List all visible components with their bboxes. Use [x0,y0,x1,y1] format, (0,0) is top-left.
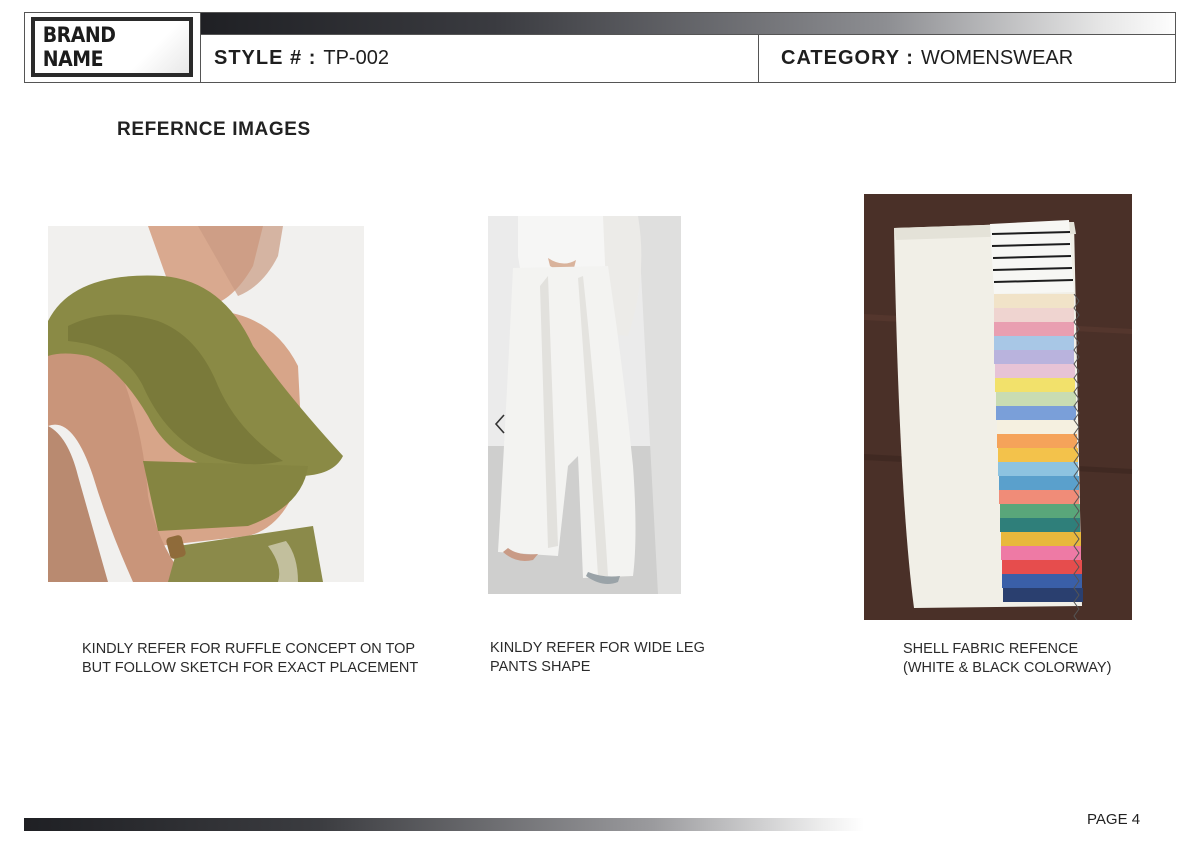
section-title: REFERNCE IMAGES [117,119,311,140]
brand-name: BRAND NAME [42,23,116,71]
category-label: CATEGORY : [781,47,914,69]
white-wide-leg-pants-photo [488,216,681,594]
caption-ruffle-top: KINDLY REFER FOR RUFFLE CONCEPT ON TOP B… [82,640,418,678]
style-number-cell: STYLE # : TP-002 [201,34,759,82]
caption-line: KINDLY REFER FOR RUFFLE CONCEPT ON TOP [82,641,416,657]
style-value: TP-002 [323,47,389,69]
category-cell: CATEGORY : WOMENSWEAR [759,34,1175,82]
footer-gradient-bar [24,818,864,831]
olive-ruffle-top-photo [48,226,364,582]
caption-line: PANTS SHAPE [490,659,591,675]
caption-line: BUT FOLLOW SKETCH FOR EXACT PLACEMENT [82,660,419,676]
page-number: PAGE 4 [1087,811,1141,828]
brand-logo: BRAND NAME [31,17,193,77]
chevron-left-icon[interactable] [494,414,506,434]
logo-cell: BRAND NAME [25,13,201,82]
category-value: WOMENSWEAR [920,47,1074,69]
caption-line: SHELL FABRIC REFENCE [903,641,1079,657]
caption-line: (WHITE & BLACK COLORWAY) [903,660,1112,676]
caption-wide-leg-pants: KINLDY REFER FOR WIDE LEG PANTS SHAPE [490,639,705,677]
caption-line: KINLDY REFER FOR WIDE LEG [490,640,705,656]
style-label: STYLE # : [214,47,317,69]
fabric-swatch-photo [864,194,1132,620]
header: BRAND NAME STYLE # : TP-002 CATEGORY : W… [24,12,1176,83]
caption-fabric: SHELL FABRIC REFENCE (WHITE & BLACK COLO… [903,640,1111,678]
